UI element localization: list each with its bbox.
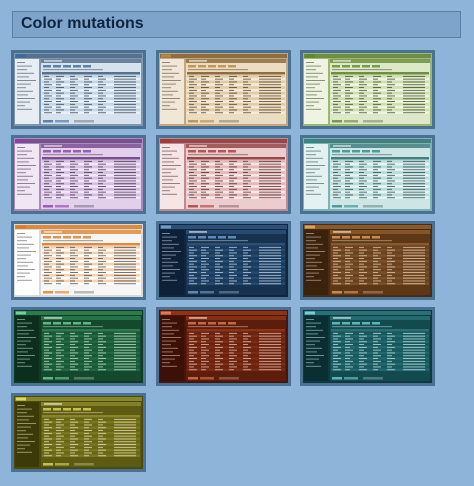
screenshot-preview [14, 224, 143, 297]
thumbnail-theme-olive-dark[interactable] [11, 393, 146, 472]
screenshot-preview [159, 224, 288, 297]
thumbnail-theme-rose[interactable] [156, 135, 291, 214]
screenshot-preview [303, 310, 432, 383]
thumbnail-theme-deep-teal-dark[interactable] [300, 307, 435, 386]
thumbnail-theme-brown-dark[interactable] [300, 221, 435, 300]
thumbnail-theme-navy-dark[interactable] [156, 221, 291, 300]
screenshot-preview [303, 138, 432, 211]
screenshot-preview [303, 53, 432, 126]
thumbnail-theme-sand[interactable] [156, 50, 291, 129]
thumbnail-theme-maroon-dark[interactable] [156, 307, 291, 386]
theme-thumbnail-grid [0, 0, 474, 486]
thumbnail-theme-teal[interactable] [300, 135, 435, 214]
screenshot-preview [14, 53, 143, 126]
thumbnail-theme-green-dark[interactable] [11, 307, 146, 386]
thumbnail-theme-lavender[interactable] [11, 135, 146, 214]
screenshot-preview [159, 53, 288, 126]
thumbnail-theme-light-orange[interactable] [11, 221, 146, 300]
thumbnail-theme-olive-green[interactable] [300, 50, 435, 129]
screenshot-preview [14, 138, 143, 211]
thumbnail-theme-slate-blue[interactable] [11, 50, 146, 129]
screenshot-preview [14, 396, 143, 469]
screenshot-preview [159, 310, 288, 383]
screenshot-preview [14, 310, 143, 383]
screenshot-preview [303, 224, 432, 297]
screenshot-preview [159, 138, 288, 211]
